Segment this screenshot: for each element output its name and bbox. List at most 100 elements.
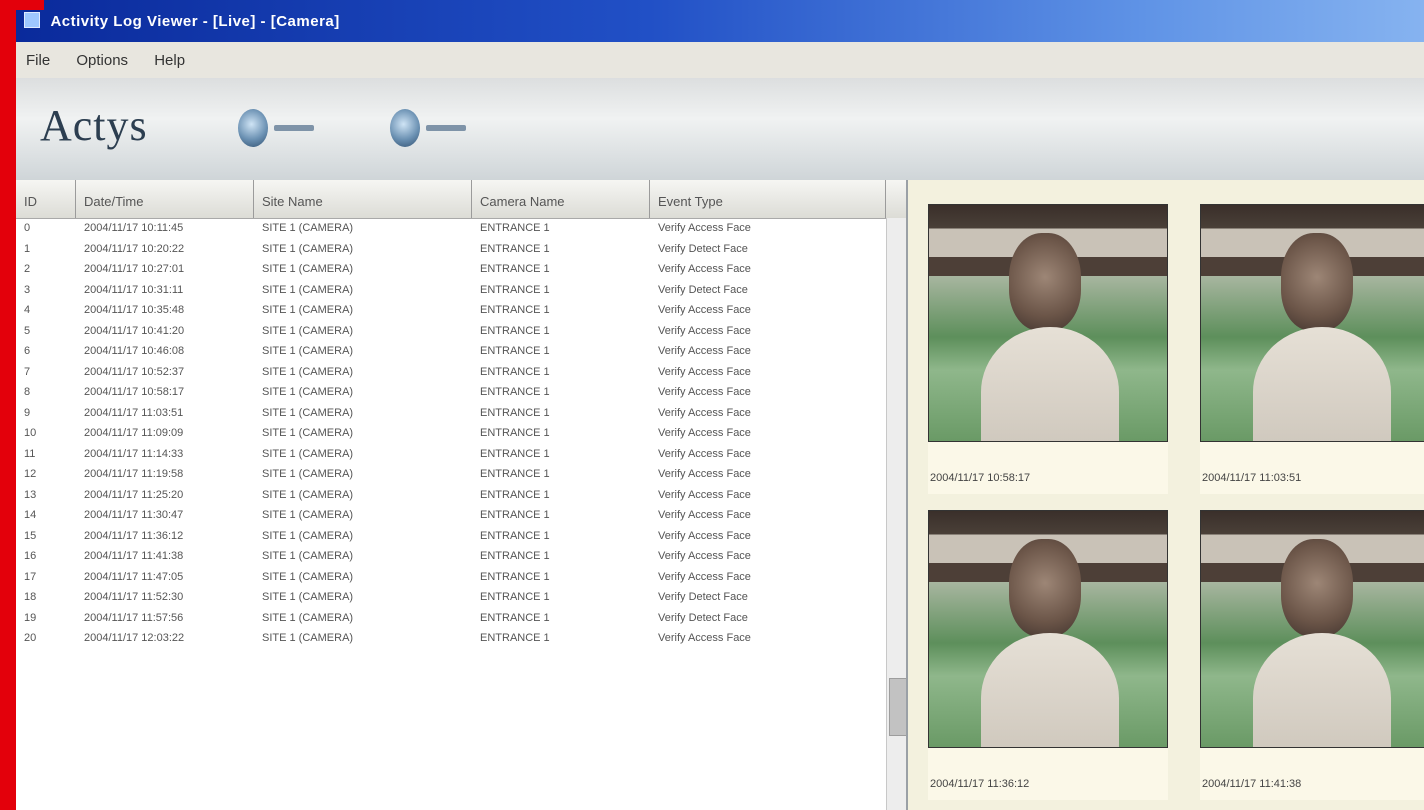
cell-event: Verify Access Face: [658, 468, 751, 481]
cell-datetime: 2004/11/17 10:11:45: [84, 222, 184, 235]
table-row[interactable]: 15 2004/11/17 11:36:12 SITE 1 (CAMERA) ENTR…: [16, 526, 886, 547]
cell-camera: ENTRANCE 1: [480, 263, 550, 276]
cell-camera: ENTRANCE 1: [480, 488, 550, 501]
cell-event: Verify Access Face: [658, 263, 751, 276]
table-row[interactable]: 19 2004/11/17 11:57:56 SITE 1 (CAMERA) ENTR…: [16, 608, 886, 629]
cell-site: SITE 1 (CAMERA): [262, 632, 354, 645]
cell-camera: ENTRANCE 1: [480, 611, 550, 624]
menu-help[interactable]: Help: [154, 52, 185, 69]
cell-event: Verify Detect Face: [658, 611, 748, 624]
cell-id: 2: [24, 263, 31, 276]
person-body: [1253, 633, 1391, 747]
cell-camera: ENTRANCE 1: [480, 447, 550, 460]
table-row[interactable]: 14 2004/11/17 11:30:47 SITE 1 (CAMERA) ENTR…: [16, 505, 886, 526]
cell-id: 19: [24, 611, 37, 624]
cell-id: 12: [24, 468, 37, 481]
cell-id: 18: [24, 591, 37, 604]
cell-camera: ENTRANCE 1: [480, 222, 550, 235]
app-logo: Actys: [40, 101, 148, 150]
cell-site: SITE 1 (CAMERA): [262, 427, 354, 440]
cell-event: Verify Access Face: [658, 447, 751, 460]
column-header-id[interactable]: ID: [16, 180, 76, 218]
cell-datetime: 2004/11/17 10:31:11: [84, 283, 184, 296]
table-row[interactable]: 13 2004/11/17 11:25:20 SITE 1 (CAMERA) ENTR…: [16, 485, 886, 506]
table-row[interactable]: 8 2004/11/17 10:58:17 SITE 1 (CAMERA) ENTRA…: [16, 382, 886, 403]
table-row[interactable]: 20 2004/11/17 12:03:22 SITE 1 (CAMERA) ENTR…: [16, 628, 886, 649]
window-title: Activity Log Viewer - [Live] - [Camera]: [50, 13, 340, 30]
cell-id: 16: [24, 550, 37, 563]
cell-site: SITE 1 (CAMERA): [262, 324, 354, 337]
cell-camera: ENTRANCE 1: [480, 406, 550, 419]
table-row[interactable]: 7 2004/11/17 10:52:37 SITE 1 (CAMERA) ENTRA…: [16, 362, 886, 383]
table-row[interactable]: 4 2004/11/17 10:35:48 SITE 1 (CAMERA) ENTRA…: [16, 300, 886, 321]
cell-datetime: 2004/11/17 11:30:47: [84, 509, 184, 522]
audio-left-button[interactable]: [238, 108, 314, 148]
cell-camera: ENTRANCE 1: [480, 591, 550, 604]
snapshot-thumbnail[interactable]: 2004/11/17 11:03:51: [1200, 204, 1424, 494]
table-row[interactable]: 11 2004/11/17 11:14:33 SITE 1 (CAMERA) ENTR…: [16, 444, 886, 465]
cell-camera: ENTRANCE 1: [480, 570, 550, 583]
column-header-datetime[interactable]: Date/Time: [76, 180, 254, 218]
table-row[interactable]: 18 2004/11/17 11:52:30 SITE 1 (CAMERA) ENTR…: [16, 587, 886, 608]
cell-id: 8: [24, 386, 31, 399]
table-row[interactable]: 16 2004/11/17 11:41:38 SITE 1 (CAMERA) ENTR…: [16, 546, 886, 567]
person-body: [981, 327, 1119, 441]
person-face: [1009, 233, 1081, 331]
cell-event: Verify Access Face: [658, 632, 751, 645]
table-row[interactable]: 5 2004/11/17 10:41:20 SITE 1 (CAMERA) ENTRA…: [16, 321, 886, 342]
list-scrollbar[interactable]: [886, 218, 906, 810]
cell-site: SITE 1 (CAMERA): [262, 591, 354, 604]
cell-id: 7: [24, 365, 31, 378]
cell-event: Verify Access Face: [658, 386, 751, 399]
table-row[interactable]: 9 2004/11/17 11:03:51 SITE 1 (CAMERA) ENTRA…: [16, 403, 886, 424]
cell-event: Verify Access Face: [658, 570, 751, 583]
cell-datetime: 2004/11/17 10:52:37: [84, 365, 185, 378]
table-row[interactable]: 17 2004/11/17 11:47:05 SITE 1 (CAMERA) ENTR…: [16, 567, 886, 588]
cell-site: SITE 1 (CAMERA): [262, 365, 354, 378]
snapshot-thumbnail[interactable]: 2004/11/17 11:36:12: [928, 510, 1168, 800]
person-face: [1281, 233, 1353, 331]
table-row[interactable]: 0 2004/11/17 10:11:45 SITE 1 (CAMERA) ENTRA…: [16, 218, 886, 239]
audio-right-button[interactable]: [390, 108, 466, 148]
cell-site: SITE 1 (CAMERA): [262, 406, 354, 419]
column-header-camera[interactable]: Camera Name: [472, 180, 650, 218]
person-body: [981, 633, 1119, 747]
table-row[interactable]: 10 2004/11/17 11:09:09 SITE 1 (CAMERA) ENTR…: [16, 423, 886, 444]
snapshot-thumbnail[interactable]: 2004/11/17 11:41:38: [1200, 510, 1424, 800]
person-face: [1009, 539, 1081, 637]
cell-datetime: 2004/11/17 11:14:33: [84, 447, 184, 460]
table-row[interactable]: 1 2004/11/17 10:20:22 SITE 1 (CAMERA) ENTRA…: [16, 239, 886, 260]
app-icon: [24, 12, 40, 28]
cell-event: Verify Access Face: [658, 345, 751, 358]
column-header-event[interactable]: Event Type: [650, 180, 886, 218]
cell-id: 14: [24, 509, 37, 522]
camera-snapshot-image: [1200, 510, 1424, 748]
cell-datetime: 2004/11/17 11:52:30: [84, 591, 184, 604]
cell-event: Verify Detect Face: [658, 283, 748, 296]
cell-datetime: 2004/11/17 11:47:05: [84, 570, 184, 583]
speaker-icon: [238, 109, 268, 147]
cell-event: Verify Access Face: [658, 324, 751, 337]
scrollbar-thumb[interactable]: [889, 678, 906, 736]
menu-options[interactable]: Options: [76, 52, 128, 69]
table-row[interactable]: 6 2004/11/17 10:46:08 SITE 1 (CAMERA) ENTRA…: [16, 341, 886, 362]
cell-id: 11: [24, 447, 36, 460]
cell-id: 3: [24, 283, 31, 296]
table-row[interactable]: 12 2004/11/17 11:19:58 SITE 1 (CAMERA) ENTR…: [16, 464, 886, 485]
cell-site: SITE 1 (CAMERA): [262, 550, 354, 563]
column-header-site[interactable]: Site Name: [254, 180, 472, 218]
cell-camera: ENTRANCE 1: [480, 427, 550, 440]
cell-site: SITE 1 (CAMERA): [262, 611, 354, 624]
window-titlebar[interactable]: Activity Log Viewer - [Live] - [Camera]: [16, 0, 1424, 42]
red-frame-top: [0, 0, 44, 10]
cell-camera: ENTRANCE 1: [480, 386, 550, 399]
camera-snapshot-image: [928, 510, 1168, 748]
cell-site: SITE 1 (CAMERA): [262, 570, 354, 583]
toolbar: Actys: [16, 78, 1424, 180]
table-row[interactable]: 2 2004/11/17 10:27:01 SITE 1 (CAMERA) ENTRA…: [16, 259, 886, 280]
table-row[interactable]: 3 2004/11/17 10:31:11 SITE 1 (CAMERA) ENTRA…: [16, 280, 886, 301]
menu-file[interactable]: File: [26, 52, 50, 69]
snapshot-thumbnail[interactable]: 2004/11/17 10:58:17: [928, 204, 1168, 494]
cell-site: SITE 1 (CAMERA): [262, 509, 354, 522]
camera-snapshot-image: [1200, 204, 1424, 442]
